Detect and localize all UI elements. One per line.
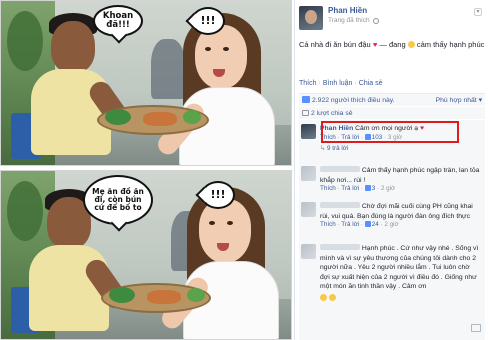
like-icon <box>364 221 371 228</box>
photo-scene-top: Khoan đã!!! !!! <box>1 1 291 165</box>
share-link[interactable]: Chia sẻ <box>359 80 383 87</box>
comment-like-count[interactable]: 24 <box>372 221 379 228</box>
like-icon <box>302 96 310 103</box>
speech-bubble-woman-top: !!! <box>191 7 225 35</box>
food-tray <box>97 105 209 135</box>
author-name[interactable]: Phan Hiền <box>328 6 379 15</box>
bubble-text: !!! <box>200 14 216 28</box>
post-text-tag: — đang <box>377 40 406 49</box>
like-icon <box>364 185 371 192</box>
photo-scene-bottom: Mẹ ăn đồ ăn đi, còn bún cứ để bố to !!! <box>1 171 291 339</box>
comment-like-count[interactable]: 3 <box>372 185 376 192</box>
commenter-name-hidden <box>320 166 360 172</box>
comment-text: Hạnh phúc . Cứ như vậy nhé . Sống vì mìn… <box>320 245 479 291</box>
comment-meta: Thích · Trả lời · 24 · 2 giờ <box>320 221 399 229</box>
commenter-avatar[interactable] <box>301 244 316 259</box>
replies-row: ↳ 9 trả lời <box>320 145 349 153</box>
chevron-down-icon[interactable]: ▾ <box>474 8 482 16</box>
likes-summary: 2.922 người thích điều này. Phù hợp nhất… <box>299 93 485 106</box>
comment-reply-link[interactable]: Trả lời <box>341 221 359 228</box>
smile-emoji-icon <box>328 293 336 301</box>
globe-icon <box>372 17 379 24</box>
speech-bubble-boy-bottom: Mẹ ăn đồ ăn đi, còn bún cứ để bố to <box>83 175 153 225</box>
comment-link[interactable]: Bình luận <box>323 80 353 87</box>
subtitle-text: Trang đã thích <box>328 17 370 24</box>
photo-panel-top: Khoan đã!!! !!! <box>0 0 292 166</box>
facebook-post-panel: Phan Hiền Trang đã thích ▾ Cả nhà đi ăn … <box>294 0 488 340</box>
comment-sort-dropdown[interactable]: Phù hợp nhất ▾ <box>436 96 482 104</box>
post-feeling: cảm thấy hạnh phúc <box>414 40 485 49</box>
speech-bubble-boy-top: Khoan đã!!! <box>93 5 143 37</box>
photo-attach-icon[interactable] <box>471 324 481 332</box>
bubble-text: !!! <box>210 188 226 202</box>
comment-like-link[interactable]: Thích <box>320 185 336 192</box>
bubble-text: Khoan đã!!! <box>102 11 134 30</box>
post-text-main: Cả nhà đi ăn bún đậu <box>299 40 371 49</box>
background-tree <box>7 11 43 71</box>
like-link[interactable]: Thích <box>299 80 317 87</box>
post-header: Phan Hiền Trang đã thích <box>299 6 379 30</box>
comment-time[interactable]: 2 giờ <box>384 221 398 228</box>
highlight-box <box>321 121 459 143</box>
author-avatar[interactable] <box>299 6 323 30</box>
comment-list: Phan Hiền Cảm ơn mọi người ạ ♥ Thích · T… <box>299 120 485 340</box>
share-icon <box>302 110 309 116</box>
feeling-emoji-icon <box>407 41 415 48</box>
post-actions: Thích · Bình luận · Chia sẻ <box>299 80 383 87</box>
shares-count[interactable]: 2 lượt chia sẻ <box>311 110 353 117</box>
shares-summary: 2 lượt chia sẻ <box>299 107 485 119</box>
commenter-name-hidden <box>320 244 360 250</box>
reaction-emojis <box>320 293 480 304</box>
background-tree <box>7 181 43 241</box>
photo-panel-bottom: Mẹ ăn đồ ăn đi, còn bún cứ để bố to !!! <box>0 170 292 340</box>
view-replies-link[interactable]: 9 trả lời <box>327 145 348 152</box>
comment-like-link[interactable]: Thích <box>320 221 336 228</box>
comment-time[interactable]: 2 giờ <box>381 185 395 192</box>
commenter-avatar[interactable] <box>301 166 316 181</box>
sort-label: Phù hợp nhất <box>435 97 477 104</box>
speech-bubble-woman-bottom: !!! <box>201 181 235 209</box>
bubble-text: Mẹ ăn đồ ăn đi, còn bún cứ để bố to <box>92 187 144 212</box>
food-tray <box>101 283 211 313</box>
post-subtitle: Trang đã thích <box>328 17 379 24</box>
commenter-avatar[interactable] <box>301 124 316 139</box>
smile-emoji-icon <box>320 293 327 301</box>
commenter-name-hidden <box>320 202 360 208</box>
commenter-avatar[interactable] <box>301 202 316 217</box>
likes-count[interactable]: 2.922 người thích điều này. <box>312 97 395 104</box>
post-text: Cả nhà đi ăn bún đậu ♥ — đang cảm thấy h… <box>299 40 485 50</box>
comment-reply-link[interactable]: Trả lời <box>341 185 359 192</box>
background-person <box>151 39 185 99</box>
comment-meta: Thích · Trả lời · 3 · 2 giờ <box>320 185 396 193</box>
